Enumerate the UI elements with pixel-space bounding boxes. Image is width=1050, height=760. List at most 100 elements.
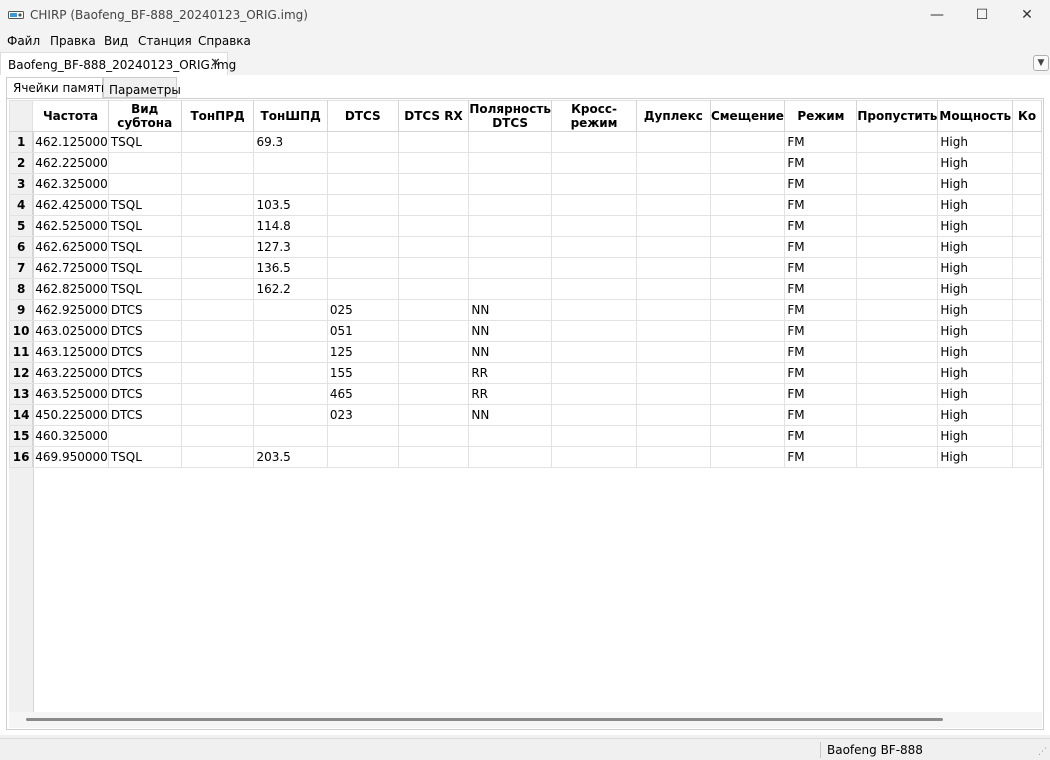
- table-cell[interactable]: [710, 237, 785, 258]
- menu-view[interactable]: Вид: [104, 34, 128, 48]
- table-cell[interactable]: [637, 342, 710, 363]
- table-cell[interactable]: [1013, 132, 1042, 153]
- column-header[interactable]: Пропустить: [857, 101, 938, 132]
- table-cell[interactable]: [1013, 216, 1042, 237]
- table-cell[interactable]: [398, 405, 469, 426]
- table-cell[interactable]: 103.5: [254, 195, 327, 216]
- table-cell[interactable]: [710, 195, 785, 216]
- table-cell[interactable]: [551, 384, 636, 405]
- table-cell[interactable]: FM: [785, 258, 857, 279]
- table-cell[interactable]: [551, 363, 636, 384]
- table-cell[interactable]: [398, 426, 469, 447]
- row-number[interactable]: 14: [10, 405, 33, 426]
- table-cell[interactable]: [469, 153, 552, 174]
- table-cell[interactable]: FM: [785, 342, 857, 363]
- table-cell[interactable]: [637, 279, 710, 300]
- table-cell[interactable]: FM: [785, 363, 857, 384]
- table-cell[interactable]: DTCS: [108, 321, 181, 342]
- table-cell[interactable]: [857, 342, 938, 363]
- table-cell[interactable]: High: [938, 258, 1013, 279]
- table-cell[interactable]: 462.425000: [33, 195, 109, 216]
- table-cell[interactable]: 203.5: [254, 447, 327, 468]
- table-cell[interactable]: [857, 153, 938, 174]
- table-cell[interactable]: [710, 258, 785, 279]
- table-row[interactable]: 2462.225000FMHigh: [10, 153, 1042, 174]
- table-cell[interactable]: [254, 174, 327, 195]
- table-cell[interactable]: [327, 132, 398, 153]
- scrollbar-thumb[interactable]: [26, 718, 943, 721]
- table-cell[interactable]: High: [938, 342, 1013, 363]
- table-cell[interactable]: [181, 426, 254, 447]
- menu-edit[interactable]: Правка: [50, 34, 96, 48]
- table-cell[interactable]: 462.825000: [33, 279, 109, 300]
- table-cell[interactable]: [327, 174, 398, 195]
- table-cell[interactable]: 450.225000: [33, 405, 109, 426]
- horizontal-scrollbar[interactable]: [9, 712, 1042, 728]
- table-cell[interactable]: [551, 195, 636, 216]
- table-cell[interactable]: [1013, 363, 1042, 384]
- table-cell[interactable]: FM: [785, 405, 857, 426]
- column-header[interactable]: DTCS RX: [398, 101, 469, 132]
- table-cell[interactable]: [637, 363, 710, 384]
- table-cell[interactable]: [181, 153, 254, 174]
- table-cell[interactable]: NN: [469, 405, 552, 426]
- table-cell[interactable]: [1013, 321, 1042, 342]
- table-cell[interactable]: [469, 426, 552, 447]
- table-cell[interactable]: 462.525000: [33, 216, 109, 237]
- table-cell[interactable]: DTCS: [108, 384, 181, 405]
- table-cell[interactable]: [551, 321, 636, 342]
- table-cell[interactable]: [398, 132, 469, 153]
- row-number[interactable]: 2: [10, 153, 33, 174]
- table-cell[interactable]: [181, 174, 254, 195]
- table-cell[interactable]: [1013, 153, 1042, 174]
- table-cell[interactable]: [1013, 237, 1042, 258]
- table-cell[interactable]: High: [938, 195, 1013, 216]
- table-cell[interactable]: [710, 279, 785, 300]
- table-row[interactable]: 9462.925000DTCS025NNFMHigh: [10, 300, 1042, 321]
- table-cell[interactable]: 462.225000: [33, 153, 109, 174]
- column-header[interactable]: Частота: [33, 101, 109, 132]
- row-number[interactable]: 15: [10, 426, 33, 447]
- row-number[interactable]: 11: [10, 342, 33, 363]
- table-cell[interactable]: [398, 384, 469, 405]
- table-cell[interactable]: [1013, 384, 1042, 405]
- table-cell[interactable]: [254, 153, 327, 174]
- table-cell[interactable]: [857, 363, 938, 384]
- table-cell[interactable]: [327, 216, 398, 237]
- tab-close-icon[interactable]: ✕: [210, 56, 221, 71]
- row-number[interactable]: 5: [10, 216, 33, 237]
- table-cell[interactable]: [254, 363, 327, 384]
- table-cell[interactable]: DTCS: [108, 342, 181, 363]
- table-cell[interactable]: [857, 426, 938, 447]
- document-tab[interactable]: Baofeng_BF-888_20240123_ORIG.img ✕: [0, 52, 228, 75]
- table-row[interactable]: 3462.325000FMHigh: [10, 174, 1042, 195]
- table-cell[interactable]: TSQL: [108, 447, 181, 468]
- table-cell[interactable]: [857, 405, 938, 426]
- close-window-button[interactable]: ✕: [1004, 0, 1050, 31]
- column-header[interactable]: Вид субтона: [108, 101, 181, 132]
- table-cell[interactable]: FM: [785, 279, 857, 300]
- table-cell[interactable]: FM: [785, 153, 857, 174]
- table-cell[interactable]: [1013, 447, 1042, 468]
- table-cell[interactable]: [710, 426, 785, 447]
- table-cell[interactable]: [398, 300, 469, 321]
- table-cell[interactable]: FM: [785, 300, 857, 321]
- table-cell[interactable]: FM: [785, 174, 857, 195]
- table-cell[interactable]: [710, 447, 785, 468]
- table-cell[interactable]: [398, 153, 469, 174]
- menu-file[interactable]: Файл: [7, 34, 40, 48]
- table-cell[interactable]: [857, 384, 938, 405]
- table-cell[interactable]: [398, 258, 469, 279]
- table-cell[interactable]: [637, 300, 710, 321]
- table-cell[interactable]: [857, 300, 938, 321]
- column-header[interactable]: Мощность: [938, 101, 1013, 132]
- table-cell[interactable]: [181, 132, 254, 153]
- table-cell[interactable]: [551, 237, 636, 258]
- table-cell[interactable]: [857, 321, 938, 342]
- table-cell[interactable]: [181, 384, 254, 405]
- row-number[interactable]: 4: [10, 195, 33, 216]
- table-cell[interactable]: [857, 216, 938, 237]
- table-cell[interactable]: DTCS: [108, 300, 181, 321]
- column-header[interactable]: Режим: [785, 101, 857, 132]
- row-number[interactable]: 12: [10, 363, 33, 384]
